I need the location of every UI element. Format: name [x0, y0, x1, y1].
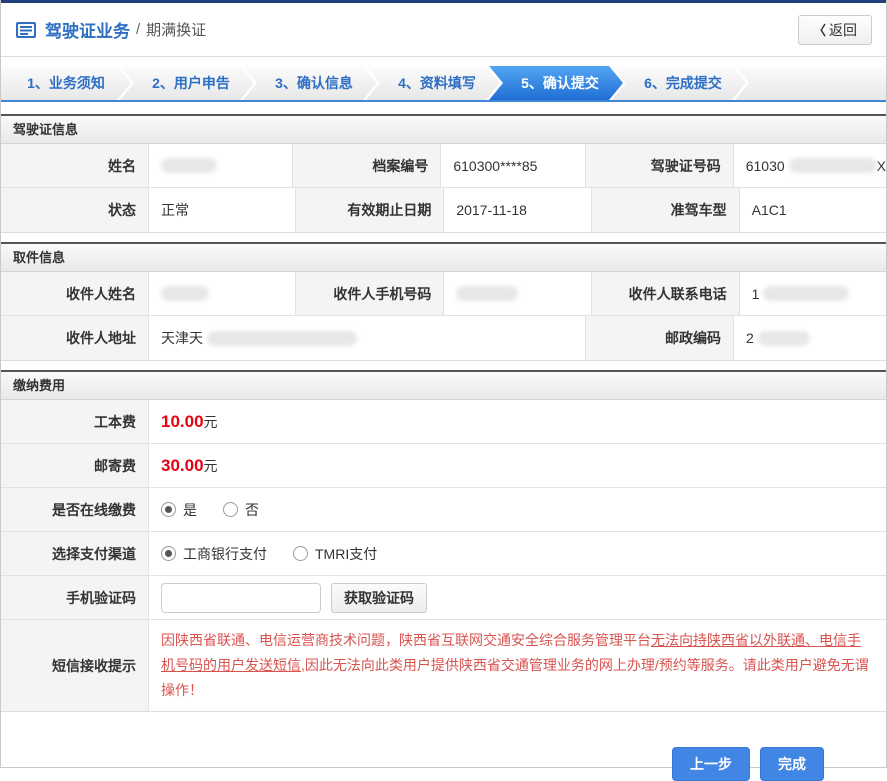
previous-step-button[interactable]: 上一步 — [672, 747, 750, 781]
section-payment: 缴纳费用 工本费 10.00 元 邮寄费 30.00 元 是否在线缴费 是 否 … — [1, 370, 886, 712]
value-name — [149, 144, 294, 187]
value-recipient-phone: 1 — [739, 272, 886, 315]
label-expiry-date: 有效期止日期 — [296, 188, 445, 232]
sms-code-row: 手机验证码 获取验证码 — [1, 576, 886, 620]
label-sms-code: 手机验证码 — [1, 576, 149, 619]
label-recipient-name: 收件人姓名 — [1, 272, 149, 315]
step-3-confirm-info[interactable]: 3、确认信息 — [243, 66, 377, 100]
step-2-user-declaration[interactable]: 2、用户申告 — [120, 66, 254, 100]
fee-amount: 30.00 — [161, 455, 204, 475]
value-license-number: 61030 X — [733, 144, 886, 187]
radio-selected-icon — [161, 502, 176, 517]
page-title: 驾驶证业务 — [45, 22, 130, 41]
label-recipient-address: 收件人地址 — [1, 316, 149, 360]
page-header: 驾驶证业务 / 期满换证 〈返回 — [1, 3, 886, 57]
radio-channel-icbc[interactable]: 工商银行支付 — [161, 544, 267, 564]
value-vehicle-class: A1C1 — [739, 188, 886, 232]
breadcrumb-current: 期满换证 — [146, 22, 207, 39]
redacted-value — [161, 286, 209, 301]
value-file-number: 610300****85 — [441, 144, 586, 187]
fee-row: 邮寄费 30.00 元 — [1, 444, 886, 488]
radio-unselected-icon — [223, 502, 238, 517]
radio-label: TMRI支付 — [315, 545, 378, 562]
radio-pay-online-no[interactable]: 否 — [223, 500, 259, 520]
radio-label: 工商银行支付 — [183, 545, 267, 562]
label-status: 状态 — [1, 188, 149, 232]
page: 驾驶证业务 / 期满换证 〈返回 1、业务须知 2、用户申告 3、确认信息 4、… — [0, 0, 887, 781]
section-title: 取件信息 — [1, 242, 886, 272]
label-pay-online: 是否在线缴费 — [1, 488, 149, 531]
fee-unit: 元 — [203, 457, 218, 474]
label-sms-notice: 短信接收提示 — [1, 620, 149, 711]
label-production-fee: 工本费 — [1, 400, 149, 443]
table-row: 收件人地址 天津天 邮政编码 2 — [1, 316, 886, 360]
step-6-finish-submit[interactable]: 6、完成提交 — [612, 66, 746, 100]
redacted-value — [757, 330, 810, 346]
back-button[interactable]: 〈返回 — [797, 14, 872, 45]
section-title: 缴纳费用 — [1, 370, 886, 400]
value-sms-code: 获取验证码 — [149, 576, 886, 619]
online-payment-row: 是否在线缴费 是 否 — [1, 488, 886, 532]
value-postage-fee: 30.00 元 — [149, 444, 886, 487]
fee-unit: 元 — [203, 413, 218, 430]
step-1-business-notice[interactable]: 1、业务须知 — [1, 66, 131, 100]
value-expiry-date: 2017-11-18 — [444, 188, 592, 232]
step-5-confirm-submit-active[interactable]: 5、确认提交 — [489, 66, 623, 100]
section-pickup-info: 取件信息 收件人姓名 收件人手机号码 收件人联系电话 1 收件人地址 天津天 邮… — [1, 242, 886, 361]
breadcrumb-separator: / — [136, 21, 141, 38]
footer-actions: 上一步 完成 — [1, 721, 886, 781]
step-wizard: 1、业务须知 2、用户申告 3、确认信息 4、资料填写 5、确认提交 6、完成提… — [1, 57, 886, 102]
table-row: 状态 正常 有效期止日期 2017-11-18 准驾车型 A1C1 — [1, 188, 886, 232]
radio-label: 否 — [245, 501, 259, 518]
radio-channel-tmri[interactable]: TMRI支付 — [293, 544, 377, 564]
label-payment-channel: 选择支付渠道 — [1, 532, 149, 575]
radio-pay-online-yes[interactable]: 是 — [161, 500, 197, 520]
document-list-icon — [15, 21, 37, 39]
redacted-value — [207, 330, 357, 346]
value-recipient-mobile — [444, 272, 592, 315]
redacted-value — [763, 286, 850, 301]
finish-button[interactable]: 完成 — [760, 747, 824, 781]
value-sms-notice: 因陕西省联通、电信运营商技术问题，陕西省互联网交通安全综合服务管理平台无法向持陕… — [149, 620, 886, 711]
radio-label: 是 — [183, 501, 197, 518]
get-sms-code-button[interactable]: 获取验证码 — [331, 582, 427, 613]
value-status: 正常 — [149, 188, 297, 232]
value-recipient-address: 天津天 — [149, 316, 587, 360]
radio-selected-icon — [161, 546, 176, 561]
table-row: 姓名 档案编号 610300****85 驾驶证号码 61030 X — [1, 144, 886, 188]
label-file-number: 档案编号 — [293, 144, 442, 187]
label-recipient-mobile: 收件人手机号码 — [296, 272, 445, 315]
main-content: 驾驶证信息 姓名 档案编号 610300****85 驾驶证号码 61030 X … — [1, 102, 886, 781]
fee-amount: 10.00 — [161, 411, 204, 431]
radio-unselected-icon — [293, 546, 308, 561]
label-license-number: 驾驶证号码 — [585, 144, 734, 187]
label-postal-code: 邮政编码 — [586, 316, 735, 360]
value-payment-channel: 工商银行支付 TMRI支付 — [149, 532, 886, 575]
redacted-value — [456, 286, 519, 301]
value-recipient-name — [149, 272, 297, 315]
chevron-left-icon: 〈 — [812, 22, 826, 38]
section-license-info: 驾驶证信息 姓名 档案编号 610300****85 驾驶证号码 61030 X … — [1, 114, 886, 233]
table-row: 收件人姓名 收件人手机号码 收件人联系电话 1 — [1, 272, 886, 316]
label-postage-fee: 邮寄费 — [1, 444, 149, 487]
label-vehicle-class: 准驾车型 — [591, 188, 740, 232]
payment-channel-row: 选择支付渠道 工商银行支付 TMRI支付 — [1, 532, 886, 576]
step-4-fill-info[interactable]: 4、资料填写 — [366, 66, 500, 100]
redacted-value — [161, 158, 217, 173]
sms-code-input[interactable] — [161, 582, 321, 613]
label-recipient-phone: 收件人联系电话 — [591, 272, 740, 315]
section-title: 驾驶证信息 — [1, 114, 886, 144]
fee-row: 工本费 10.00 元 — [1, 400, 886, 444]
value-production-fee: 10.00 元 — [149, 400, 886, 443]
step-bar-filler — [735, 66, 886, 100]
value-postal-code: 2 — [734, 316, 886, 360]
value-pay-online: 是 否 — [149, 488, 886, 531]
label-name: 姓名 — [1, 144, 149, 187]
back-button-label: 返回 — [829, 21, 857, 38]
redacted-value — [788, 158, 877, 173]
sms-notice-text: 因陕西省联通、电信运营商技术问题，陕西省互联网交通安全综合服务管理平台无法向持陕… — [161, 632, 869, 698]
sms-notice-row: 短信接收提示 因陕西省联通、电信运营商技术问题，陕西省互联网交通安全综合服务管理… — [1, 620, 886, 711]
